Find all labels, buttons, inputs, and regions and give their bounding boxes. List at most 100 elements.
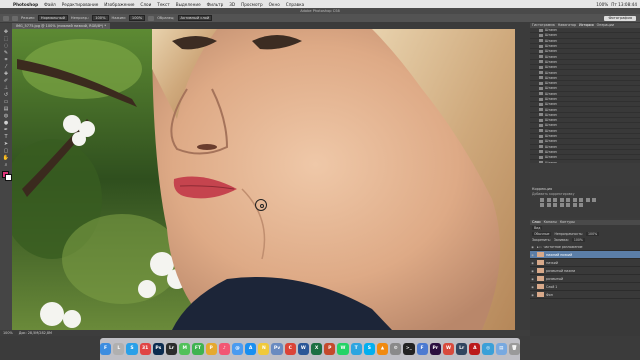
quick-select-tool-icon[interactable]: ✎ — [2, 50, 10, 56]
history-item[interactable]: Штамп — [530, 160, 640, 163]
layer-opacity-input[interactable]: 100% — [586, 232, 600, 236]
layer-group[interactable]: ◉ ▸▭ частотное разложение — [530, 243, 640, 251]
layer-kind-filter[interactable]: Вид — [532, 226, 543, 230]
mail-dock-icon[interactable]: @ — [231, 343, 244, 355]
layer-row[interactable]: ◉ низкий — [530, 259, 640, 267]
folder-dock-icon[interactable]: ▤ — [495, 343, 507, 355]
color-balance-icon[interactable] — [579, 198, 583, 202]
visibility-eye-icon[interactable]: ◉ — [530, 261, 535, 265]
menu-file[interactable]: Файл — [41, 2, 59, 7]
menu-layers[interactable]: Слои — [137, 2, 154, 7]
blur-tool-icon[interactable]: ◍ — [2, 113, 10, 119]
telegram-dock-icon[interactable]: T — [350, 343, 362, 355]
visibility-eye-icon[interactable]: ◉ — [530, 269, 535, 273]
facetime-dock-icon[interactable]: FT — [192, 343, 204, 355]
levels-icon[interactable] — [546, 198, 551, 202]
appstore-dock-icon[interactable]: A — [245, 343, 257, 355]
chrome-dock-icon[interactable]: C — [284, 343, 296, 355]
layer-row[interactable]: ◉ Фон — [530, 291, 640, 299]
menu-filter[interactable]: Фильтр — [204, 2, 227, 7]
image-canvas[interactable] — [12, 29, 515, 330]
menu-select[interactable]: Выделение — [173, 2, 204, 7]
pen-tool-icon[interactable]: ✒ — [2, 127, 10, 133]
visibility-eye-icon[interactable]: ◉ — [530, 293, 535, 297]
channel-mixer-icon[interactable] — [540, 203, 544, 207]
word-dock-icon[interactable]: W — [297, 343, 309, 355]
clone-stamp-tool-icon[interactable]: ⊥ — [2, 85, 10, 91]
flow-input[interactable]: 100% — [128, 15, 146, 21]
clock[interactable]: Пт 13:08:44 — [611, 2, 637, 7]
vlc-dock-icon[interactable]: ▲ — [376, 343, 389, 355]
brightness-icon[interactable] — [540, 198, 544, 202]
invert-icon[interactable] — [553, 203, 557, 207]
hand-tool-icon[interactable]: ✋ — [2, 155, 10, 161]
photoshop-dock-icon[interactable]: Ps — [152, 343, 164, 355]
brush-preset-icon[interactable] — [12, 15, 18, 21]
whatsapp-dock-icon[interactable]: W — [337, 343, 349, 355]
launchpad-dock-icon[interactable]: L — [113, 343, 125, 355]
visibility-eye-icon[interactable]: ◉ — [530, 277, 535, 281]
threshold-icon[interactable] — [566, 203, 570, 207]
trash-dock-icon[interactable]: 🗑 — [508, 343, 520, 355]
lightroom-dock-icon[interactable]: Lr — [165, 343, 178, 355]
menu-3d[interactable]: 3D — [226, 2, 238, 7]
terminal-dock-icon[interactable]: >_ — [403, 343, 415, 355]
menu-help[interactable]: Справка — [283, 2, 307, 7]
layer-row[interactable]: ◉ размытый нижни — [530, 267, 640, 275]
menu-app-name[interactable]: Photoshop — [10, 2, 41, 7]
calendar-dock-icon[interactable]: 31 — [139, 343, 151, 355]
globe-dock-icon[interactable]: ◎ — [482, 343, 494, 355]
lookup-icon[interactable] — [546, 203, 551, 207]
layer-row[interactable]: ◉ размытый — [530, 275, 640, 283]
clone-stamp-tool-icon[interactable] — [3, 15, 9, 21]
safari-dock-icon[interactable]: S — [126, 343, 138, 355]
history-brush-tool-icon[interactable]: ↺ — [2, 92, 10, 98]
posterize-icon[interactable] — [559, 203, 564, 207]
excel-dock-icon[interactable]: X — [311, 343, 323, 355]
opacity-input[interactable]: 100% — [92, 15, 109, 21]
settings-dock-icon[interactable]: ⚙ — [390, 343, 402, 355]
eyedropper-tool-icon[interactable]: ⁄ — [2, 64, 10, 70]
move-tool-icon[interactable]: ✥ — [2, 29, 10, 35]
zoom-level[interactable]: 100% — [3, 331, 13, 335]
messages-dock-icon[interactable]: M — [179, 343, 191, 355]
battery-percent[interactable]: 100% — [596, 2, 608, 7]
mode-select[interactable]: Нормальный — [37, 15, 68, 21]
selective-color-icon[interactable] — [579, 203, 583, 207]
bw-icon[interactable] — [585, 198, 590, 202]
powerpoint-dock-icon[interactable]: P — [324, 343, 336, 355]
tab-channels[interactable]: Каналы — [544, 220, 557, 225]
blend-mode-select[interactable]: Обычные — [532, 232, 552, 236]
skype-dock-icon[interactable]: S — [363, 343, 375, 355]
photo-filter-icon[interactable] — [592, 198, 596, 202]
pdf-dock-icon[interactable]: A — [469, 343, 481, 355]
brush-tool-icon[interactable]: ✐ — [2, 78, 10, 84]
visibility-eye-icon[interactable]: ◉ — [530, 253, 535, 257]
zoom-tool-icon[interactable]: ⌕ — [2, 162, 10, 168]
type-tool-icon[interactable]: T — [2, 134, 10, 140]
lr-classic-dock-icon[interactable]: Lr — [456, 343, 468, 355]
menu-image[interactable]: Изображение — [101, 2, 137, 7]
menu-view[interactable]: Просмотр — [238, 2, 266, 7]
tab-layers[interactable]: Слои — [532, 220, 541, 225]
shape-tool-icon[interactable]: ▢ — [2, 148, 10, 154]
preview-dock-icon[interactable]: Pv — [271, 343, 283, 355]
background-color-swatch[interactable] — [5, 174, 12, 181]
visibility-eye-icon[interactable]: ◉ — [530, 245, 535, 249]
hue-icon[interactable] — [572, 198, 577, 202]
exposure-icon[interactable] — [559, 198, 564, 202]
lasso-tool-icon[interactable]: ◌ — [2, 43, 10, 49]
gradient-tool-icon[interactable]: ▤ — [2, 106, 10, 112]
gradient-map-icon[interactable] — [572, 203, 577, 207]
visibility-eye-icon[interactable]: ◉ — [530, 285, 535, 289]
wunderlist-dock-icon[interactable]: W — [442, 343, 455, 355]
layer-row[interactable]: ◉ нижний низкий — [530, 251, 640, 259]
aligned-checkbox-icon[interactable] — [148, 15, 155, 21]
workspace-switcher[interactable]: Фотография — [604, 15, 636, 21]
crop-tool-icon[interactable]: ⌗ — [2, 57, 10, 63]
healing-brush-tool-icon[interactable]: ✚ — [2, 71, 10, 77]
layer-row[interactable]: ◉ Слой 1 — [530, 283, 640, 291]
dodge-tool-icon[interactable]: ● — [2, 120, 10, 126]
curves-icon[interactable] — [553, 198, 557, 202]
path-select-tool-icon[interactable]: ➤ — [2, 141, 10, 147]
